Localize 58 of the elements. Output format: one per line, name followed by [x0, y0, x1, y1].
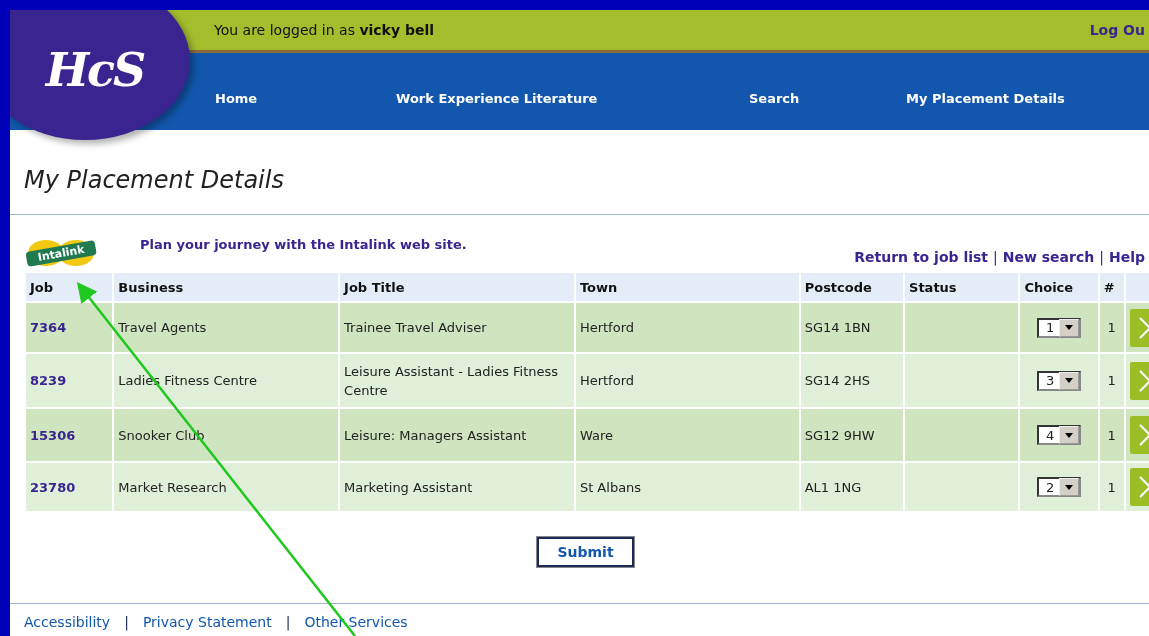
caret-icon — [1065, 378, 1074, 383]
column-header: Choice — [1020, 273, 1098, 301]
column-header: Status — [905, 273, 1019, 301]
text-link[interactable]: New search — [1002, 249, 1095, 265]
journey-link[interactable]: Plan your journey with the Intalink web site. — [140, 237, 467, 252]
footer-link[interactable]: Other Services — [304, 614, 408, 630]
caret-icon — [1065, 432, 1074, 438]
column-header: Business — [114, 273, 339, 301]
separator: | — [993, 249, 998, 265]
table-cell: Hertford — [575, 303, 799, 352]
footer-link[interactable]: Privacy Statement — [142, 614, 272, 630]
choice-dropdown[interactable]: 2 — [1037, 477, 1082, 497]
text-link[interactable]: Help — [1108, 249, 1145, 265]
nav-link[interactable]: Work Experience Literature — [396, 91, 749, 106]
column-header: Town — [575, 273, 799, 301]
nav-link[interactable]: My Placement Details — [906, 91, 1146, 106]
table-cell: Travel Agents — [114, 303, 339, 352]
table-cell: 1 — [1099, 354, 1124, 407]
table-cell: SG14 2HS — [800, 354, 904, 407]
table-cell: Market Research — [114, 463, 339, 511]
table-cell: Trainee Travel Adviser — [340, 303, 574, 352]
choice-dropdown[interactable]: 4 — [1037, 425, 1082, 445]
column-header: Job Title — [340, 273, 574, 301]
caret-icon — [1065, 325, 1074, 330]
page-title: My Placement Details — [10, 130, 1149, 215]
table-cell: SG14 1BN — [800, 303, 904, 352]
footer-link[interactable]: Accessibility — [24, 614, 111, 630]
caret-icon — [1065, 484, 1074, 490]
table-cell: 1 — [1099, 409, 1124, 461]
job-link[interactable]: 7364 — [30, 320, 67, 335]
table-cell: Leisure: Managers Assistant — [340, 409, 574, 461]
table-cell: Leisure Assistant - Ladies Fitness Centre — [340, 354, 574, 407]
table-cell: St Albans — [575, 463, 799, 511]
nav-link[interactable]: Home — [215, 91, 396, 106]
job-link[interactable]: 8239 — [30, 373, 67, 388]
text-link[interactable]: Return to job list — [854, 249, 989, 265]
logo-text: HcS — [45, 43, 145, 97]
logout-link[interactable]: Log Ou — [1089, 22, 1145, 38]
table-cell: Hertford — [575, 354, 799, 407]
table-cell: SG12 9HW — [800, 409, 904, 461]
login-status: You are logged in as vicky bell — [214, 22, 435, 38]
separator: | — [124, 614, 129, 630]
table-cell: Marketing Assistant — [340, 463, 574, 511]
column-header: Job — [26, 273, 113, 301]
table-cell: AL1 1NG — [800, 463, 904, 511]
choice-dropdown[interactable]: 3 — [1037, 370, 1082, 391]
table-cell: 1 — [1099, 463, 1124, 511]
job-link[interactable]: 15306 — [30, 427, 76, 443]
separator: | — [1099, 249, 1104, 265]
column-header: # — [1099, 273, 1124, 301]
choice-dropdown[interactable]: 1 — [1037, 317, 1082, 338]
submit-button[interactable]: Submit — [537, 537, 634, 567]
separator: | — [285, 614, 291, 630]
table-cell: 1 — [1099, 303, 1124, 352]
job-link[interactable]: 23780 — [30, 479, 76, 495]
table-cell: Ware — [575, 409, 799, 461]
column-header: Postcode — [800, 273, 904, 301]
nav-link[interactable]: Search — [749, 91, 906, 106]
